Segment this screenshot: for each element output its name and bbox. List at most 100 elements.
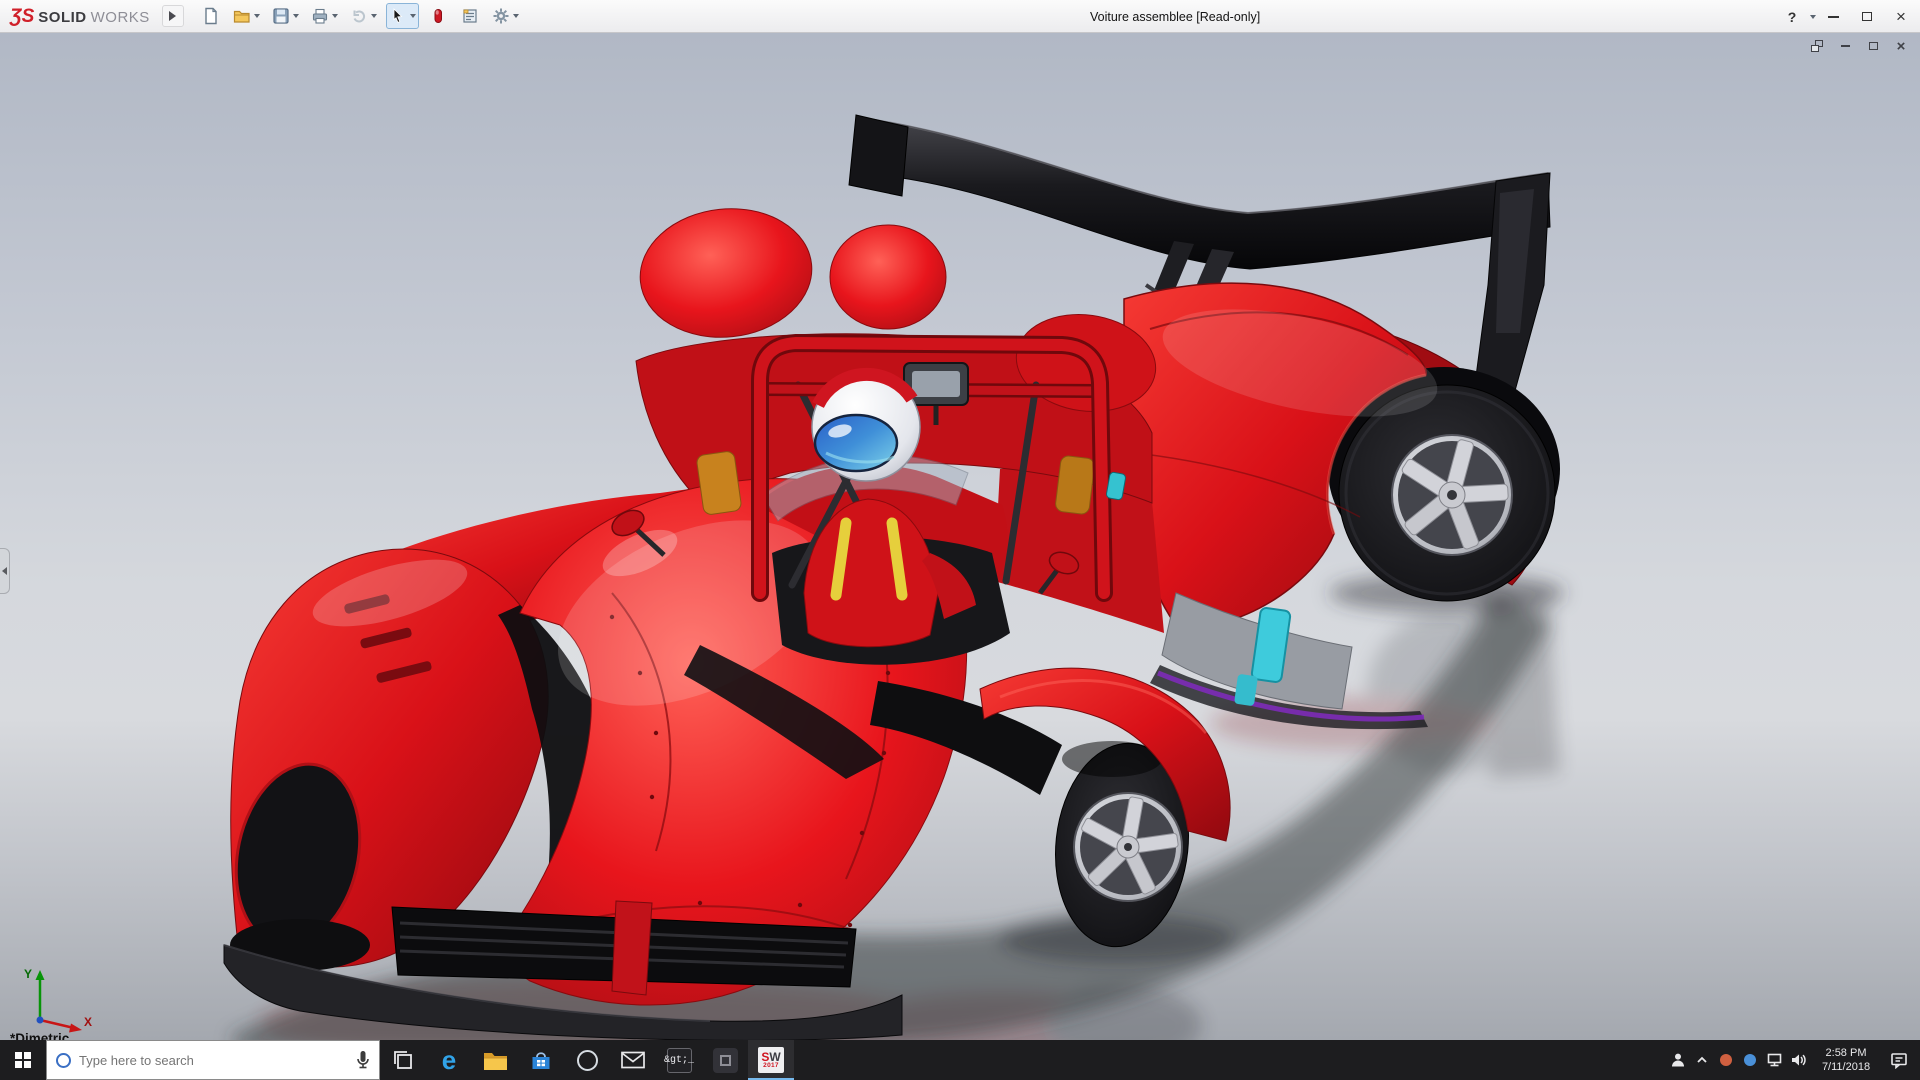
chevron-up-icon: [1695, 1053, 1709, 1067]
start-button[interactable]: [0, 1040, 46, 1080]
new-document-icon: [202, 7, 220, 25]
volume-icon: [1790, 1052, 1807, 1068]
brand-solid: SOLID: [38, 9, 86, 26]
new-document-button[interactable]: [198, 3, 224, 29]
tray-status-red[interactable]: [1714, 1040, 1738, 1080]
triad-y-label: Y: [24, 967, 32, 981]
task-view-button[interactable]: [380, 1040, 426, 1080]
cage-pad-right: [1055, 455, 1096, 515]
maximize-icon: [1862, 12, 1872, 21]
windows-taskbar: e &gt;_ SW: [0, 1040, 1920, 1080]
clock-date: 7/11/2018: [1822, 1060, 1870, 1074]
tray-people-button[interactable]: [1666, 1040, 1690, 1080]
edge-icon: e: [442, 1047, 456, 1073]
minimize-button[interactable]: [1816, 3, 1850, 31]
titlebar: ƷS SOLID WORKS: [0, 0, 1920, 33]
doc-minimize-button[interactable]: [1836, 38, 1854, 54]
status-blue-icon: [1744, 1054, 1756, 1066]
feature-panel-collapse-tab[interactable]: [0, 548, 10, 594]
print-dropdown-caret[interactable]: [332, 14, 338, 18]
maximize-button[interactable]: [1850, 3, 1884, 31]
tray-status-blue[interactable]: [1738, 1040, 1762, 1080]
options-dropdown-caret[interactable]: [513, 14, 519, 18]
undo-dropdown-caret[interactable]: [371, 14, 377, 18]
tray-volume-button[interactable]: [1786, 1040, 1810, 1080]
taskbar-app-file-explorer[interactable]: [472, 1040, 518, 1080]
help-button[interactable]: ?: [1777, 3, 1807, 31]
3d-scene: [0, 33, 1920, 1040]
cage-pad-left: [696, 451, 742, 516]
head-fairing-right: [830, 225, 946, 329]
window-title: Voiture assemblee [Read-only]: [1090, 0, 1260, 33]
store-icon: [530, 1049, 552, 1071]
cascade-icon: [1811, 40, 1823, 52]
appearance-pill-icon: [429, 7, 447, 25]
appearance-button[interactable]: [425, 3, 451, 29]
cortana-icon: [56, 1053, 71, 1068]
taskbar-app-store[interactable]: [518, 1040, 564, 1080]
options-button[interactable]: [489, 3, 522, 29]
graphics-viewport: ×: [0, 33, 1920, 1040]
brand-works: WORKS: [91, 9, 150, 26]
command-prompt-icon: &gt;_: [667, 1048, 692, 1073]
close-button[interactable]: ×: [1884, 3, 1918, 31]
view-orientation-label: *Dimetric: [10, 1031, 69, 1040]
open-folder-icon: [233, 7, 251, 25]
menu-expander-button[interactable]: [162, 5, 184, 27]
network-icon: [1766, 1052, 1783, 1068]
taskbar-app-ring[interactable]: [564, 1040, 610, 1080]
save-button[interactable]: [269, 3, 302, 29]
doc-minimize-icon: [1841, 45, 1850, 47]
taskbar-app-solidworks[interactable]: SW 2017: [748, 1040, 794, 1080]
doc-cascade-button[interactable]: [1808, 38, 1826, 54]
taskbar-app-mail[interactable]: [610, 1040, 656, 1080]
expander-arrow-icon: [169, 11, 176, 21]
solidworks-window: ƷS SOLID WORKS: [0, 0, 1920, 1080]
task-view-icon: [392, 1049, 414, 1071]
save-dropdown-caret[interactable]: [293, 14, 299, 18]
document-window-controls: ×: [1808, 38, 1910, 54]
select-dropdown-caret[interactable]: [410, 14, 416, 18]
search-input[interactable]: [79, 1053, 348, 1068]
save-icon: [272, 7, 290, 25]
taskbar-app-dark[interactable]: [702, 1040, 748, 1080]
action-center-icon: [1890, 1051, 1908, 1069]
window-controls: ? ×: [1777, 0, 1918, 33]
design-library-button[interactable]: [457, 3, 483, 29]
print-button[interactable]: [308, 3, 341, 29]
open-button[interactable]: [230, 3, 263, 29]
taskbar-search[interactable]: [46, 1040, 380, 1080]
people-icon: [1670, 1052, 1686, 1068]
gear-icon: [492, 7, 510, 25]
mail-icon: [621, 1051, 645, 1069]
system-tray: 2:58 PM 7/11/2018: [1666, 1040, 1920, 1080]
taskbar-app-edge[interactable]: e: [426, 1040, 472, 1080]
doc-maximize-button[interactable]: [1864, 38, 1882, 54]
microphone-icon[interactable]: [356, 1050, 370, 1070]
windows-logo-icon: [15, 1052, 31, 1068]
tray-network-button[interactable]: [1762, 1040, 1786, 1080]
dark-app-icon: [713, 1048, 738, 1073]
tray-overflow-button[interactable]: [1690, 1040, 1714, 1080]
open-dropdown-caret[interactable]: [254, 14, 260, 18]
collapse-arrow-icon: [2, 567, 7, 575]
doc-close-button[interactable]: ×: [1892, 38, 1910, 54]
select-cursor-icon: [389, 7, 407, 25]
file-explorer-icon: [483, 1050, 508, 1071]
undo-button[interactable]: [347, 3, 380, 29]
solidworks-app-icon: SW 2017: [758, 1047, 784, 1073]
action-center-button[interactable]: [1882, 1040, 1916, 1080]
ring-app-icon: [577, 1050, 598, 1071]
select-tool-button[interactable]: [386, 3, 419, 29]
ds-logo-glyph: ƷS: [10, 7, 34, 26]
print-icon: [311, 7, 329, 25]
design-library-icon: [461, 7, 479, 25]
clock-time: 2:58 PM: [1826, 1046, 1867, 1060]
taskbar-app-command-prompt[interactable]: &gt;_: [656, 1040, 702, 1080]
status-red-icon: [1720, 1054, 1732, 1066]
minimize-icon: [1828, 16, 1839, 18]
doc-maximize-icon: [1869, 42, 1878, 50]
graphics-area[interactable]: [0, 33, 1920, 1040]
orientation-triad: Y X: [16, 962, 96, 1034]
taskbar-clock[interactable]: 2:58 PM 7/11/2018: [1810, 1046, 1882, 1075]
